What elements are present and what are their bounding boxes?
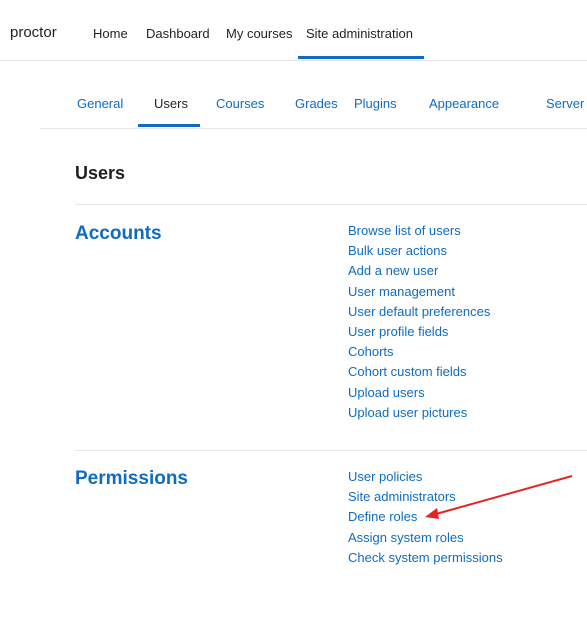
- site-brand[interactable]: proctor: [10, 24, 57, 41]
- link-user-default-preferences[interactable]: User default preferences: [348, 302, 490, 322]
- page: proctor Home Dashboard My courses Site a…: [0, 0, 587, 629]
- admin-tabs: General Users Courses Grades Plugins App…: [40, 60, 587, 129]
- link-site-administrators[interactable]: Site administrators: [348, 487, 503, 507]
- nav-site-administration[interactable]: Site administration: [306, 26, 413, 41]
- tab-server[interactable]: Server: [546, 96, 584, 111]
- link-user-profile-fields[interactable]: User profile fields: [348, 322, 490, 342]
- tab-active-indicator: [138, 124, 200, 127]
- permissions-links: User policies Site administrators Define…: [348, 467, 503, 568]
- link-user-management[interactable]: User management: [348, 282, 490, 302]
- accounts-links: Browse list of users Bulk user actions A…: [348, 221, 490, 423]
- nav-dashboard[interactable]: Dashboard: [146, 26, 210, 41]
- link-upload-user-pictures[interactable]: Upload user pictures: [348, 403, 490, 423]
- link-bulk-user-actions[interactable]: Bulk user actions: [348, 241, 490, 261]
- link-cohort-custom-fields[interactable]: Cohort custom fields: [348, 362, 490, 382]
- tab-courses[interactable]: Courses: [216, 96, 264, 111]
- divider: [75, 204, 587, 205]
- link-browse-list-of-users[interactable]: Browse list of users: [348, 221, 490, 241]
- tab-grades[interactable]: Grades: [295, 96, 338, 111]
- nav-home[interactable]: Home: [93, 26, 128, 41]
- link-add-new-user[interactable]: Add a new user: [348, 261, 490, 281]
- link-assign-system-roles[interactable]: Assign system roles: [348, 528, 503, 548]
- nav-my-courses[interactable]: My courses: [226, 26, 292, 41]
- link-define-roles[interactable]: Define roles: [348, 507, 503, 527]
- tab-general[interactable]: General: [77, 96, 123, 111]
- page-title: Users: [75, 163, 126, 183]
- divider: [75, 450, 587, 451]
- nav-active-indicator: [298, 56, 424, 59]
- permissions-heading: Permissions: [75, 468, 188, 489]
- link-user-policies[interactable]: User policies: [348, 467, 503, 487]
- accounts-heading: Accounts: [75, 223, 162, 244]
- tab-plugins[interactable]: Plugins: [354, 96, 397, 111]
- link-cohorts[interactable]: Cohorts: [348, 342, 490, 362]
- tab-users[interactable]: Users: [154, 96, 188, 111]
- link-upload-users[interactable]: Upload users: [348, 383, 490, 403]
- tab-appearance[interactable]: Appearance: [429, 96, 499, 111]
- link-check-system-permissions[interactable]: Check system permissions: [348, 548, 503, 568]
- top-navbar: proctor Home Dashboard My courses Site a…: [0, 0, 587, 61]
